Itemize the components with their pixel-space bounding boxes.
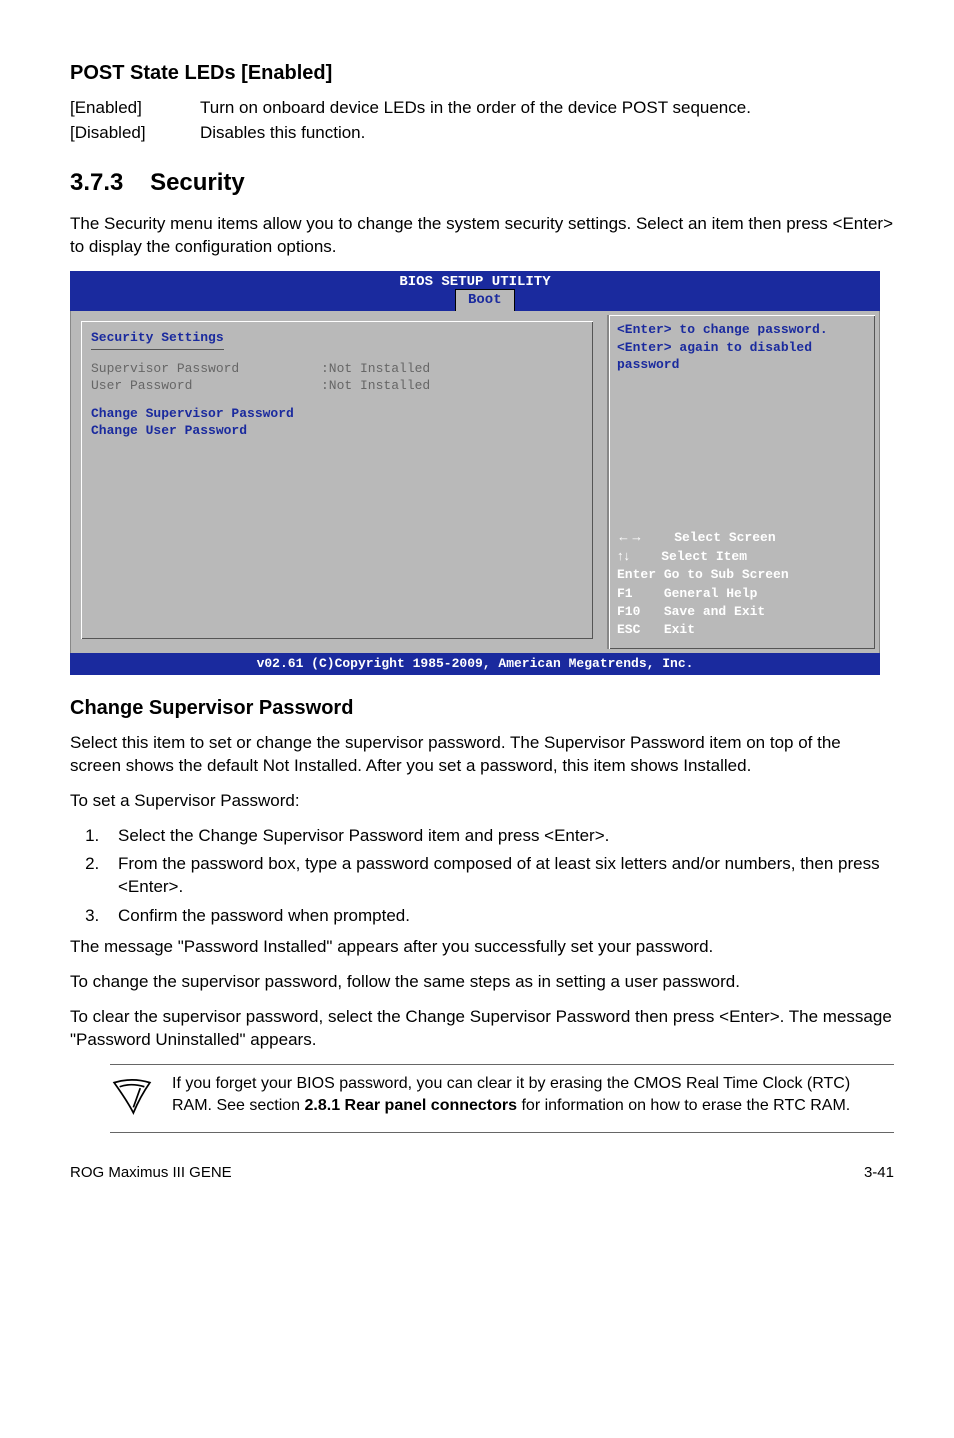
key-ud: ↑↓ bbox=[617, 548, 630, 563]
change-pw-after: The message "Password Installed" appears… bbox=[70, 936, 894, 959]
footer-right: 3-41 bbox=[864, 1163, 894, 1183]
change-pw-p2: To set a Supervisor Password: bbox=[70, 790, 894, 813]
change-pw-title: Change Supervisor Password bbox=[70, 695, 894, 722]
key-esc: ESC bbox=[617, 622, 640, 637]
bios-field-label-0: Supervisor Password bbox=[91, 360, 321, 378]
key-f10: F10 bbox=[617, 604, 640, 619]
key-enter-desc: Go to Sub Screen bbox=[664, 567, 789, 582]
bios-field-value-1: :Not Installed bbox=[321, 377, 430, 395]
change-pw-p1: Select this item to set or change the su… bbox=[70, 732, 894, 778]
step-2: From the password box, type a password c… bbox=[104, 853, 894, 899]
change-pw-p4: To clear the supervisor password, select… bbox=[70, 1006, 894, 1052]
key-enter: Enter bbox=[617, 567, 656, 582]
bios-field-user: User Password :Not Installed bbox=[91, 377, 583, 395]
key-lr-desc: Select Screen bbox=[674, 530, 775, 545]
step-1: Select the Change Supervisor Password it… bbox=[104, 825, 894, 848]
key-ud-desc: Select Item bbox=[661, 549, 747, 564]
post-state-def-0: Turn on onboard device LEDs in the order… bbox=[200, 97, 894, 120]
bios-field-label-1: User Password bbox=[91, 377, 321, 395]
bios-field-supervisor: Supervisor Password :Not Installed bbox=[91, 360, 583, 378]
bios-link-change-user[interactable]: Change User Password bbox=[91, 422, 583, 440]
post-state-term-1: [Disabled] bbox=[70, 122, 200, 145]
key-f10-desc: Save and Exit bbox=[664, 604, 765, 619]
change-pw-p3: To change the supervisor password, follo… bbox=[70, 971, 894, 994]
key-f1: F1 bbox=[617, 586, 633, 601]
note-box: If you forget your BIOS password, you ca… bbox=[110, 1064, 894, 1133]
page-footer: ROG Maximus III GENE 3-41 bbox=[70, 1163, 894, 1183]
key-esc-desc: Exit bbox=[664, 622, 695, 637]
bios-help-text: <Enter> to change password. <Enter> agai… bbox=[617, 321, 867, 374]
bios-screenshot: BIOS SETUP UTILITY Boot Security Setting… bbox=[70, 271, 880, 675]
security-intro: The Security menu items allow you to cha… bbox=[70, 213, 894, 259]
bios-footer: v02.61 (C)Copyright 1985-2009, American … bbox=[70, 653, 880, 675]
security-heading: 3.7.3 Security bbox=[70, 167, 894, 199]
key-lr: ←→ bbox=[617, 529, 643, 544]
post-state-list: [Enabled] Turn on onboard device LEDs in… bbox=[70, 97, 894, 145]
bios-title: BIOS SETUP UTILITY bbox=[399, 274, 550, 290]
post-state-title: POST State LEDs [Enabled] bbox=[70, 60, 894, 87]
step-3: Confirm the password when prompted. bbox=[104, 905, 894, 928]
bios-field-value-0: :Not Installed bbox=[321, 360, 430, 378]
bios-help-panel: <Enter> to change password. <Enter> agai… bbox=[607, 315, 875, 649]
post-state-def-1: Disables this function. bbox=[200, 122, 894, 145]
bios-left-panel: Security Settings Supervisor Password :N… bbox=[71, 311, 603, 653]
bios-panel-title: Security Settings bbox=[91, 329, 224, 350]
bios-title-bar: BIOS SETUP UTILITY Boot bbox=[70, 271, 880, 311]
note-text: If you forget your BIOS password, you ca… bbox=[172, 1073, 894, 1116]
note-bold: 2.8.1 Rear panel connectors bbox=[305, 1097, 518, 1114]
key-f1-desc: General Help bbox=[664, 586, 758, 601]
section-number: 3.7.3 bbox=[70, 169, 123, 196]
note-icon bbox=[110, 1073, 154, 1124]
footer-left: ROG Maximus III GENE bbox=[70, 1163, 232, 1183]
change-pw-steps: Select the Change Supervisor Password it… bbox=[70, 825, 894, 929]
bios-link-change-supervisor[interactable]: Change Supervisor Password bbox=[91, 405, 583, 423]
post-state-term-0: [Enabled] bbox=[70, 97, 200, 120]
bios-tab-boot[interactable]: Boot bbox=[455, 289, 515, 311]
bios-key-legend: ←→ Select Screen ↑↓ Select Item Enter Go… bbox=[617, 528, 867, 639]
note-after: for information on how to erase the RTC … bbox=[517, 1097, 850, 1114]
section-title: Security bbox=[150, 169, 245, 196]
